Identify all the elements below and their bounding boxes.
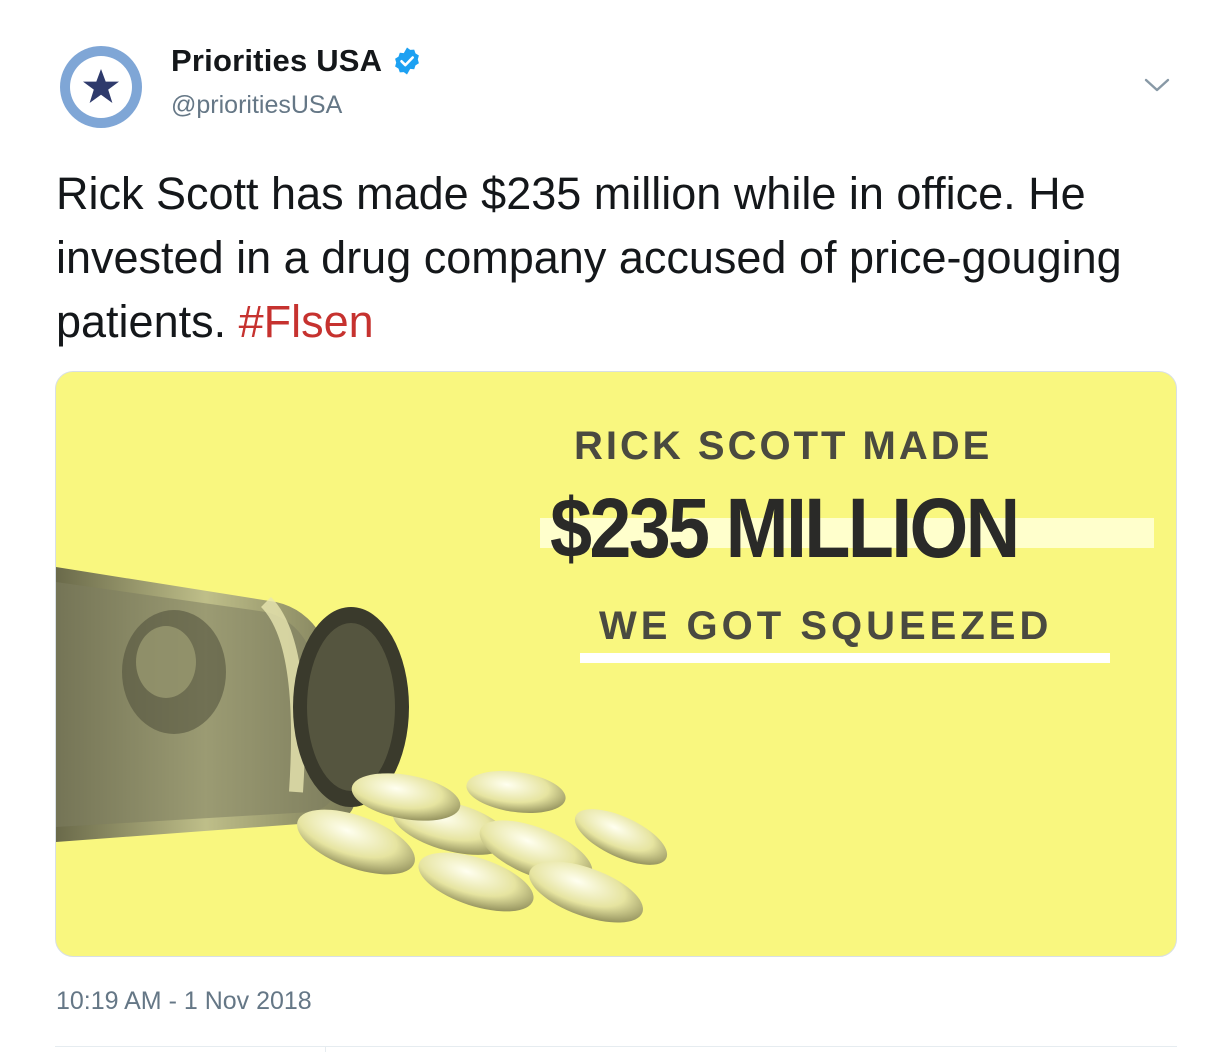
chevron-down-icon[interactable] [1142,70,1172,100]
tweet-timestamp[interactable]: 10:19 AM - 1 Nov 2018 [56,987,312,1016]
tweet-card: Priorities USA @prioritiesUSA Rick Scott… [0,0,1228,1052]
verified-badge-icon [395,47,420,75]
media-headline-top: RICK SCOTT MADE [574,424,993,468]
author-name-row: Priorities USA [171,43,422,79]
handle[interactable]: @prioritiesUSA [171,91,342,120]
tweet-text: Rick Scott has made $235 million while i… [56,162,1176,354]
avatar-inner [70,56,132,118]
media-headline-amount: $235 MILLION [550,481,1020,575]
media-underline [580,653,1110,663]
divider [55,1046,1177,1047]
avatar[interactable] [60,46,142,128]
tweet-media-image[interactable]: RICK SCOTT MADE $235 MILLION WE GOT SQUE… [55,371,1177,957]
display-name[interactable]: Priorities USA [171,43,382,79]
divider-tick [325,1046,326,1052]
star-logo-icon [83,69,119,103]
hashtag-link[interactable]: #Flsen [239,296,374,347]
media-headline-bottom: WE GOT SQUEEZED [599,604,1053,648]
tweet-body: Rick Scott has made $235 million while i… [56,168,1122,347]
